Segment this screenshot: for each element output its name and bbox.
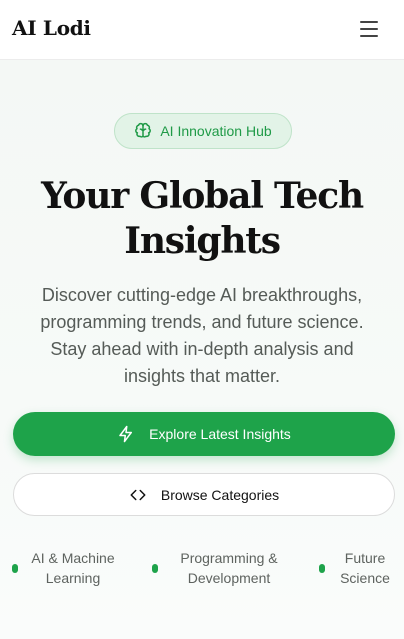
hero-section: AI Innovation Hub Your Global Tech Insig… (0, 60, 404, 639)
brain-icon (135, 122, 152, 138)
code-icon (130, 489, 146, 500)
menu-button[interactable] (358, 18, 382, 40)
lightning-icon (119, 425, 133, 443)
feature-label: Programming & Development (180, 550, 278, 586)
menu-line (360, 28, 378, 30)
feature-item: Programming & Development (152, 548, 288, 588)
hero-description: Discover cutting-edge AI breakthroughs, … (40, 285, 364, 386)
explore-insights-button[interactable]: Explore Latest Insights (13, 412, 395, 456)
top-header: AI Lodi (0, 0, 404, 60)
bullet-dot (152, 563, 158, 573)
hero-title: Your Global Tech Insights (41, 175, 364, 262)
feature-item: AI & Machine Learning (12, 548, 122, 588)
feature-list: AI & Machine Learning Programming & Deve… (0, 548, 404, 592)
feature-label: AI & Machine Learning (31, 550, 115, 586)
hero-badge: AI Innovation Hub (114, 113, 292, 149)
browse-categories-label: Browse Categories (160, 486, 280, 503)
badge-label: AI Innovation Hub (160, 123, 272, 139)
brand-logo[interactable]: AI Lodi (12, 16, 91, 40)
bullet-dot (12, 563, 18, 573)
browse-categories-button[interactable]: Browse Categories (13, 473, 395, 516)
explore-insights-label: Explore Latest Insights (149, 426, 291, 442)
bullet-dot (319, 563, 325, 573)
hamburger-menu-icon (360, 21, 378, 23)
feature-label: Future Science (340, 550, 390, 586)
feature-item: Future Science (319, 548, 395, 588)
menu-line (360, 35, 378, 37)
